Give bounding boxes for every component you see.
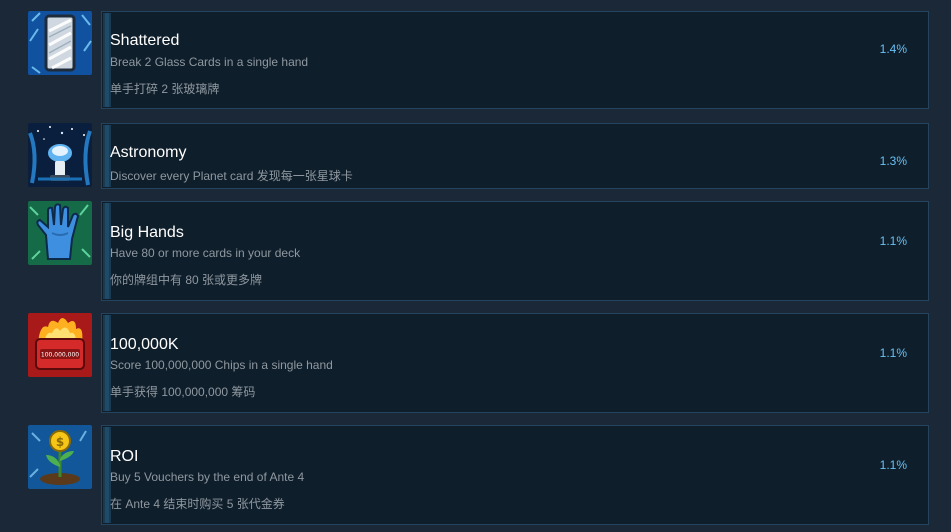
chips-fire-icon: 100,000,000 <box>28 313 92 377</box>
achievement-panel: Shattered Break 2 Glass Cards in a singl… <box>101 11 929 109</box>
achievement-description-zh: 你的牌组中有 80 张或更多牌 <box>110 273 263 287</box>
hand-icon <box>28 201 92 265</box>
achievement-description: Score 100,000,000 Chips in a single hand <box>110 358 333 372</box>
achievement-title: Astronomy <box>110 144 187 161</box>
unlock-percentage: 1.1% <box>879 346 907 360</box>
achievement-panel: Astronomy Discover every Planet card 发现每… <box>101 123 929 189</box>
achievement-title: ROI <box>110 448 139 465</box>
astronomy-icon <box>28 123 92 187</box>
achievement-description-zh: 单手获得 100,000,000 筹码 <box>110 385 256 399</box>
achievement-title: Shattered <box>110 32 180 49</box>
achievement-description-zh: 在 Ante 4 结束时购买 5 张代金券 <box>110 497 285 511</box>
achievement-row[interactable]: 100,000,000 100,000K Score 100,000,000 C… <box>0 313 951 413</box>
achievement-description: Have 80 or more cards in your deck <box>110 246 301 260</box>
unlock-percentage: 1.4% <box>879 42 907 56</box>
achievement-row[interactable]: Shattered Break 2 Glass Cards in a singl… <box>0 11 951 109</box>
money-plant-icon: $ <box>28 425 92 489</box>
achievement-description: Discover every Planet card 发现每一张星球卡 <box>110 169 353 183</box>
unlock-percentage: 1.1% <box>879 234 907 248</box>
achievement-panel: ROI Buy 5 Vouchers by the end of Ante 4 … <box>101 425 929 525</box>
achievement-description-zh: 单手打碎 2 张玻璃牌 <box>110 82 220 96</box>
achievement-row[interactable]: $ ROI Buy 5 Vouchers by the end of Ante … <box>0 425 951 525</box>
achievement-description: Buy 5 Vouchers by the end of Ante 4 <box>110 470 305 484</box>
achievement-description: Break 2 Glass Cards in a single hand <box>110 55 309 69</box>
achievement-title: Big Hands <box>110 224 184 241</box>
achievement-title: 100,000K <box>110 336 179 353</box>
glass-card-icon <box>28 11 92 75</box>
achievement-panel: 100,000K Score 100,000,000 Chips in a si… <box>101 313 929 413</box>
unlock-percentage: 1.3% <box>879 154 907 168</box>
unlock-percentage: 1.1% <box>879 458 907 472</box>
achievement-row[interactable]: Big Hands Have 80 or more cards in your … <box>0 201 951 301</box>
svg-text:$: $ <box>56 435 64 449</box>
achievement-row[interactable]: Astronomy Discover every Planet card 发现每… <box>0 123 951 189</box>
achievement-panel: Big Hands Have 80 or more cards in your … <box>101 201 929 301</box>
chips-icon-label: 100,000,000 <box>41 352 79 359</box>
achievement-list: Shattered Break 2 Glass Cards in a singl… <box>0 0 951 532</box>
